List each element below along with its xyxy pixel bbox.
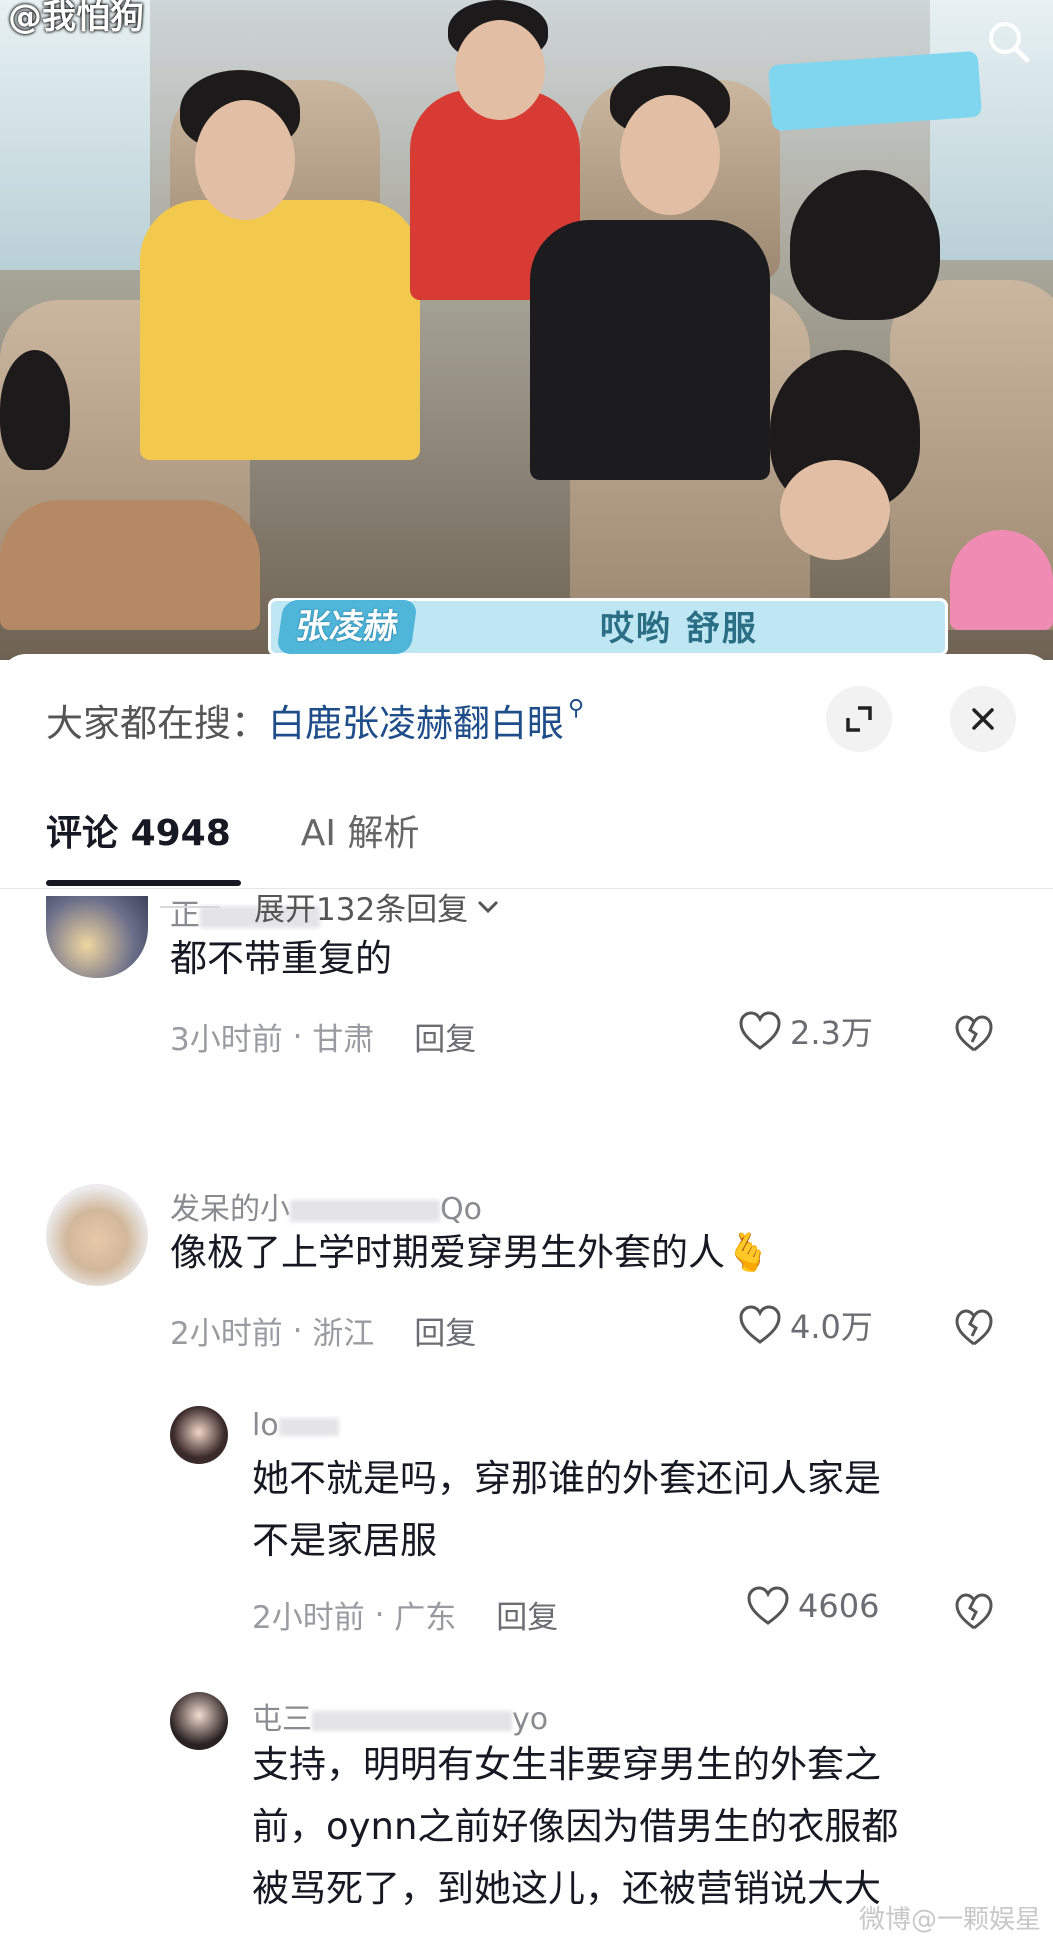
trending-search[interactable]: 大家都在搜： 白鹿张凌赫翻白眼 ⚲ xyxy=(46,690,584,750)
chevron-down-icon xyxy=(478,900,499,913)
tab-comments-count: 4948 xyxy=(130,813,231,854)
trending-search-term[interactable]: 白鹿张凌赫翻白眼 xyxy=(268,693,564,747)
close-button[interactable] xyxy=(950,686,1016,752)
reply-time: 2小时前 xyxy=(252,1600,365,1636)
avatar[interactable] xyxy=(170,1692,228,1750)
reply-meta: 2小时前 · 广东 回复 xyxy=(252,1592,558,1637)
close-icon xyxy=(972,708,994,730)
expand-replies-label: 展开132条回复 xyxy=(254,892,469,928)
trending-search-prefix: 大家都在搜： xyxy=(46,702,268,745)
meta-separator: · xyxy=(282,1312,313,1349)
expand-replies-button[interactable]: 展开132条回复 xyxy=(160,884,502,929)
passenger-face xyxy=(780,460,890,560)
uploader-watermark: @我怕狗 xyxy=(8,0,144,37)
like-count: 4606 xyxy=(798,1587,880,1625)
blurred-username xyxy=(290,1199,440,1222)
reply-text-line: 前，oynn之前好像因为借男生的衣服都 xyxy=(252,1805,899,1848)
like-count: 2.3万 xyxy=(790,1014,873,1052)
passenger-pink-shirt xyxy=(950,530,1053,630)
video-player[interactable]: @我怕狗 张凌赫 哎哟 舒服 xyxy=(0,0,1053,660)
subtitle-text: 哎哟 舒服 xyxy=(600,609,758,649)
reply-location: 广东 xyxy=(394,1600,457,1636)
passenger-black-shirt xyxy=(530,220,770,480)
sheet-tabs: 评论 4948 AI 解析 xyxy=(46,804,420,886)
passenger-brown-shirt xyxy=(0,500,260,630)
heart-icon xyxy=(747,1586,789,1625)
comment-meta: 3小时前 · 甘肃 回复 xyxy=(170,1014,476,1059)
tab-ai-analysis[interactable]: AI 解析 xyxy=(301,804,420,856)
reply-username[interactable]: 屯三 yo xyxy=(252,1694,548,1738)
avatar[interactable] xyxy=(170,1406,228,1464)
tabs-divider xyxy=(0,888,1053,889)
dislike-icon[interactable] xyxy=(954,1592,994,1632)
expand-button[interactable] xyxy=(826,686,892,752)
comment-text: 像极了上学时期爱穿男生外套的人🫰 xyxy=(170,1231,772,1274)
comment-meta: 2小时前 · 浙江 回复 xyxy=(170,1308,476,1353)
weibo-watermark: 微博@一颗娱星 xyxy=(858,1905,1041,1935)
avatar[interactable] xyxy=(46,1184,148,1286)
subtitle-speaker: 张凌赫 xyxy=(276,600,418,654)
reply-text: 支持，明明有女生非要穿男生的外套之 前，oynn之前好像因为借男生的衣服都 被骂… xyxy=(252,1734,898,1920)
blurred-username xyxy=(312,1710,512,1731)
reply-text-line: 支持，明明有女生非要穿男生的外套之 xyxy=(252,1743,881,1786)
passenger-face xyxy=(620,95,720,215)
expand-icon xyxy=(846,706,872,732)
comment-sheet: 大家都在搜： 白鹿张凌赫翻白眼 ⚲ 评论 4948 AI 解析 正 都不带重复的… xyxy=(0,654,1053,1942)
comment-location: 浙江 xyxy=(312,1316,375,1352)
like-count: 4.0万 xyxy=(790,1308,873,1346)
expand-divider xyxy=(160,905,220,908)
meta-separator: · xyxy=(364,1596,395,1633)
reply-username-suffix: yo xyxy=(512,1702,549,1737)
avatar[interactable] xyxy=(46,896,148,978)
tab-comments[interactable]: 评论 4948 xyxy=(46,804,241,886)
blurred-username xyxy=(278,1417,339,1436)
comment-location: 甘肃 xyxy=(312,1022,375,1058)
dislike-icon[interactable] xyxy=(954,1308,994,1348)
comment-text: 都不带重复的 xyxy=(170,937,392,980)
passenger-face xyxy=(455,20,545,120)
reply-username-text: 屯三 xyxy=(252,1702,312,1737)
like-button[interactable]: 2.3万 xyxy=(738,1008,873,1054)
reply-username[interactable]: lo xyxy=(252,1408,339,1443)
reply-button[interactable]: 回复 xyxy=(414,1014,476,1059)
passenger-hair xyxy=(0,350,70,470)
like-button[interactable]: 4.0万 xyxy=(738,1302,873,1348)
passenger-yellow-shirt xyxy=(140,200,420,460)
tab-comments-label: 评论 xyxy=(46,813,119,854)
comment-time: 2小时前 xyxy=(170,1316,283,1352)
comment-time: 3小时前 xyxy=(170,1022,283,1058)
passenger-hair xyxy=(790,170,940,320)
reply-username-text: lo xyxy=(252,1408,279,1443)
reply-text: 她不就是吗，穿那谁的外套还问人家是 不是家居服 xyxy=(252,1448,881,1572)
reply-button[interactable]: 回复 xyxy=(496,1592,558,1637)
heart-icon xyxy=(739,1305,781,1344)
search-icon[interactable] xyxy=(985,18,1031,64)
passenger-face xyxy=(195,100,295,220)
dislike-icon[interactable] xyxy=(954,1014,994,1054)
reply-text-line: 被骂死了，到她这儿，还被营销说大大 xyxy=(252,1867,881,1910)
reply-button[interactable]: 回复 xyxy=(414,1308,476,1353)
heart-icon xyxy=(739,1011,781,1050)
reply-text-line: 不是家居服 xyxy=(252,1519,437,1562)
meta-separator: · xyxy=(282,1018,313,1055)
like-button[interactable]: 4606 xyxy=(746,1586,879,1626)
bus-window-left xyxy=(0,0,150,270)
search-icon: ⚲ xyxy=(568,695,585,721)
reply-text-line: 她不就是吗，穿那谁的外套还问人家是 xyxy=(252,1457,881,1500)
